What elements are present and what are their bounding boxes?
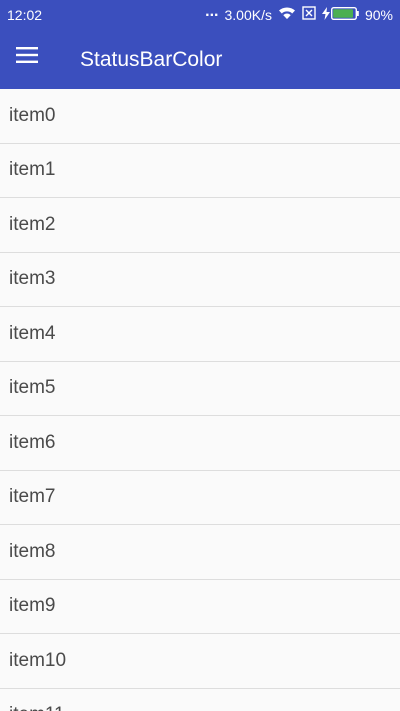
status-right-group: ... 3.00K/s 90% bbox=[205, 2, 393, 23]
list-item-label: item0 bbox=[9, 104, 56, 126]
list-item-label: item2 bbox=[9, 213, 56, 235]
charging-bolt-icon bbox=[321, 6, 330, 23]
list-item[interactable]: item5 bbox=[0, 362, 400, 416]
list-item-label: item5 bbox=[9, 377, 56, 399]
list-item-label: item8 bbox=[9, 540, 56, 562]
list-item[interactable]: item1 bbox=[0, 144, 400, 198]
page-title: StatusBarColor bbox=[80, 48, 223, 71]
battery-icon bbox=[330, 6, 359, 23]
list-item-label: item10 bbox=[9, 649, 67, 671]
list-item-label: item7 bbox=[9, 486, 56, 508]
battery-percent: 90% bbox=[364, 6, 393, 23]
list-item-label: item11 bbox=[9, 704, 65, 711]
list-item[interactable]: item7 bbox=[0, 471, 400, 525]
list-item-label: item4 bbox=[9, 322, 56, 344]
list-item[interactable]: item8 bbox=[0, 525, 400, 580]
hamburger-menu-icon[interactable] bbox=[16, 47, 38, 63]
network-speed: 3.00K/s bbox=[224, 6, 272, 23]
status-dots: ... bbox=[205, 2, 219, 20]
list-item[interactable]: item11 bbox=[0, 689, 400, 711]
list-item[interactable]: item9 bbox=[0, 580, 400, 634]
list-item[interactable]: item0 bbox=[0, 89, 400, 144]
status-bar: 12:02 ... 3.00K/s 90% bbox=[0, 0, 400, 30]
toolbar: StatusBarColor bbox=[0, 30, 400, 89]
sim-disabled-icon bbox=[302, 6, 316, 23]
list-item-label: item1 bbox=[9, 159, 56, 181]
list-item[interactable]: item10 bbox=[0, 634, 400, 689]
menu-button[interactable] bbox=[16, 47, 46, 73]
list-item-label: item6 bbox=[9, 431, 56, 453]
status-time: 12:02 bbox=[7, 7, 43, 23]
list-item[interactable]: item4 bbox=[0, 307, 400, 362]
wifi-icon bbox=[278, 6, 296, 23]
battery-group bbox=[321, 6, 359, 23]
list-item-label: item3 bbox=[9, 268, 56, 290]
list-item[interactable]: item3 bbox=[0, 253, 400, 307]
list-item[interactable]: item2 bbox=[0, 198, 400, 253]
list-item-label: item9 bbox=[9, 595, 56, 617]
list-item[interactable]: item6 bbox=[0, 416, 400, 471]
item-list: item0 item1 item2 item3 item4 item5 item… bbox=[0, 89, 400, 711]
app-header: 12:02 ... 3.00K/s 90% StatusBarColor bbox=[0, 0, 400, 89]
